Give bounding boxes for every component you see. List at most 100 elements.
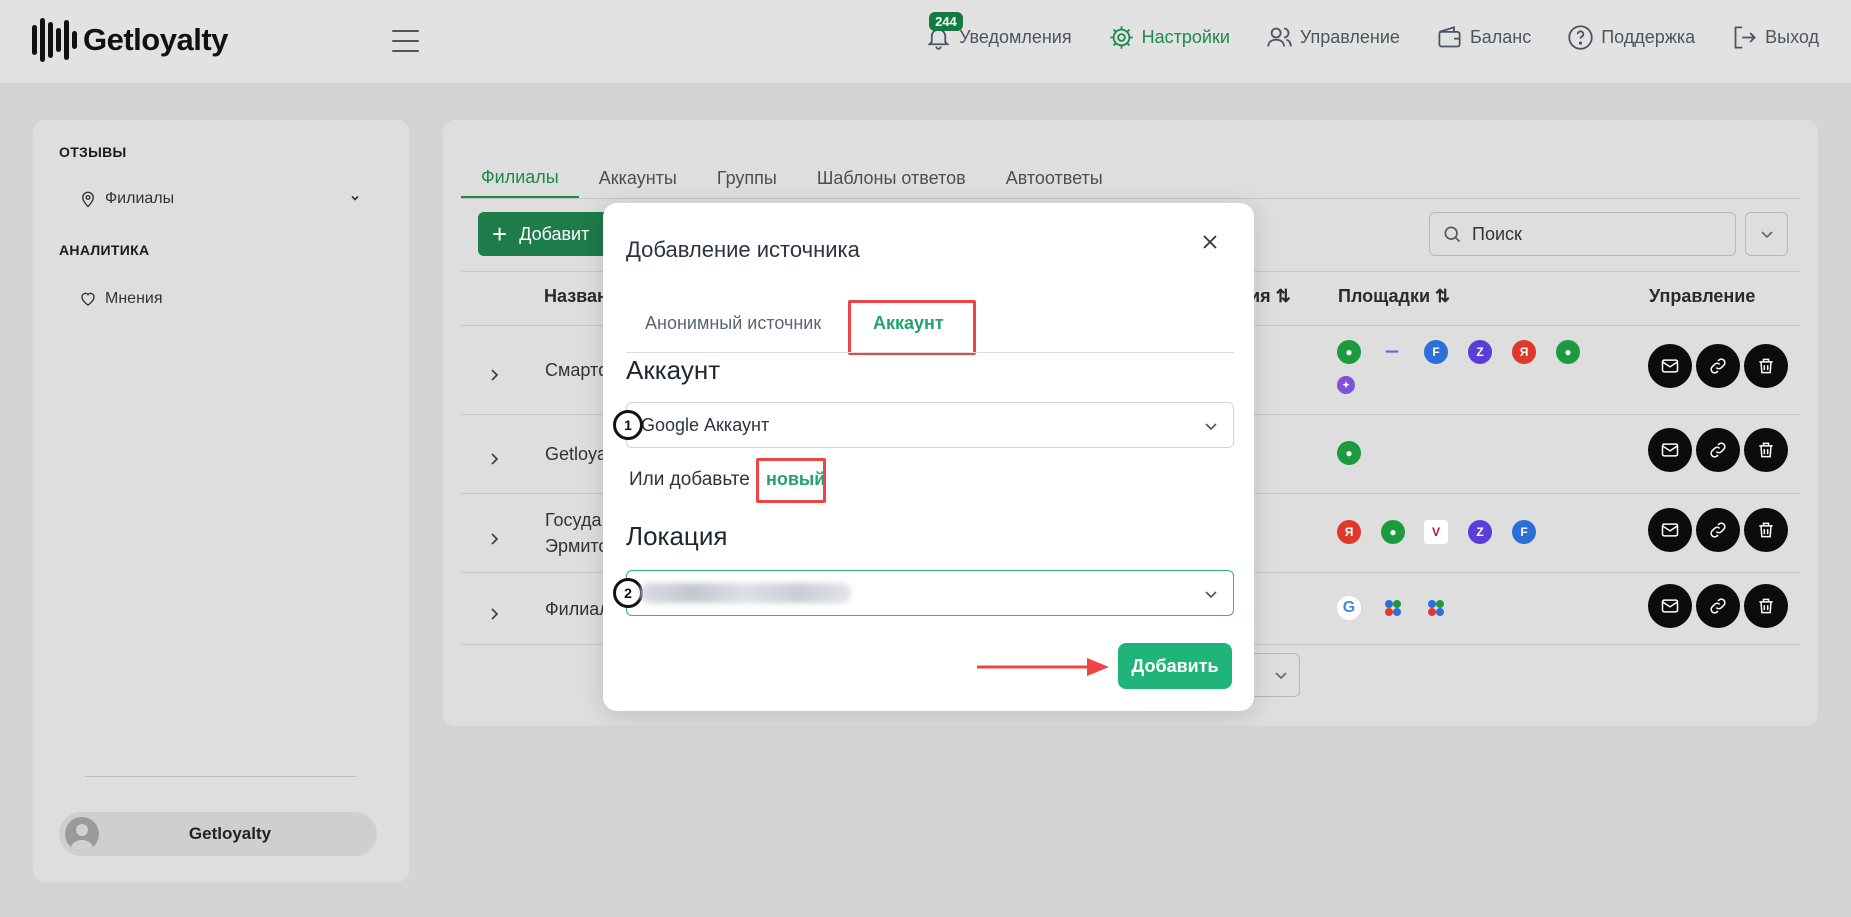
- map-pin-icon: [82, 191, 94, 208]
- link-button[interactable]: [1696, 584, 1740, 628]
- trash-icon: [1759, 598, 1773, 614]
- chevron-right-icon[interactable]: [487, 452, 501, 466]
- tab-branches[interactable]: Филиалы: [461, 158, 579, 198]
- wallet-icon: [1438, 26, 1461, 48]
- menu-toggle-icon[interactable]: [392, 30, 419, 52]
- line-icon: ━━: [1385, 346, 1399, 358]
- vl-icon: V: [1424, 520, 1448, 544]
- dots-icon: [1424, 596, 1448, 620]
- account-select[interactable]: 1 Google Аккаунт: [613, 402, 1234, 448]
- plus-icon: +: [492, 219, 508, 249]
- tab-anonymous-source[interactable]: Анонимный источник: [645, 313, 821, 334]
- delete-button[interactable]: [1744, 344, 1788, 388]
- modal-title: Добавление источника: [626, 237, 860, 262]
- link-button[interactable]: [1696, 508, 1740, 552]
- location-section-title: Локация: [626, 521, 728, 551]
- row-name: Госуда: [545, 510, 602, 530]
- trash-icon: [1759, 522, 1773, 538]
- delete-button[interactable]: [1744, 508, 1788, 552]
- link-icon: [1710, 358, 1726, 374]
- help-circle-icon: [1568, 25, 1593, 50]
- row-name: Getloyal: [545, 444, 612, 464]
- notifications-badge: 244: [929, 12, 963, 31]
- chevron-down-icon: [1205, 423, 1217, 431]
- tab-reply-templates[interactable]: Шаблоны ответов: [797, 158, 986, 198]
- chevron-right-icon[interactable]: [487, 532, 501, 546]
- otzovik-icon: ✦: [1337, 376, 1355, 394]
- account-select-value: Google Аккаунт: [641, 414, 770, 435]
- nav-logout[interactable]: Выход: [1731, 24, 1819, 51]
- nav-notifications[interactable]: 244 Уведомления: [925, 12, 1072, 51]
- close-icon[interactable]: [1199, 231, 1221, 253]
- brand-name: Getloyalty: [83, 22, 228, 57]
- message-button[interactable]: [1648, 584, 1692, 628]
- nav-balance-label: Баланс: [1469, 27, 1532, 47]
- delete-button[interactable]: [1744, 428, 1788, 472]
- chevron-right-icon[interactable]: [487, 607, 501, 621]
- step-2-marker: 2: [613, 578, 643, 608]
- nav-balance[interactable]: Баланс: [1436, 24, 1531, 51]
- dots-icon: [1381, 596, 1405, 620]
- mail-icon: [1661, 523, 1679, 537]
- sidebar-item-branches[interactable]: Филиалы: [79, 190, 174, 208]
- search-input[interactable]: Поиск: [1429, 212, 1736, 256]
- chevron-down-icon[interactable]: [349, 192, 361, 204]
- users-icon: [1267, 27, 1292, 47]
- message-button[interactable]: [1648, 344, 1692, 388]
- chevron-down-icon: [1760, 231, 1773, 239]
- column-header-name[interactable]: Назван: [544, 286, 608, 307]
- column-header-third[interactable]: ия ⇅: [1249, 286, 1291, 307]
- sidebar-section-reviews: ОТЗЫВЫ: [59, 144, 127, 160]
- nav-logout-label: Выход: [1765, 27, 1819, 47]
- chevron-right-icon[interactable]: [487, 368, 501, 382]
- chevron-down-icon: [1275, 672, 1287, 680]
- annotation-highlight: [756, 458, 826, 503]
- chevron-down-icon: [1205, 591, 1217, 599]
- mail-icon: [1661, 443, 1679, 457]
- annotation-arrow-icon: [977, 658, 1109, 676]
- tab-groups[interactable]: Группы: [697, 158, 797, 198]
- tabs-divider: [461, 198, 1801, 199]
- link-button[interactable]: [1696, 428, 1740, 472]
- link-button[interactable]: [1696, 344, 1740, 388]
- tab-auto-replies[interactable]: Автоответы: [986, 158, 1123, 198]
- 2gis-icon: ●: [1556, 340, 1580, 364]
- row-name: Филиал: [545, 599, 610, 619]
- nav-support-label: Поддержка: [1601, 27, 1696, 47]
- trash-icon: [1759, 358, 1773, 374]
- brand-logo[interactable]: Getloyalty: [32, 18, 228, 62]
- add-source-modal: Добавление источника Анонимный источник …: [603, 203, 1254, 711]
- nav-support[interactable]: Поддержка: [1567, 24, 1695, 51]
- nav-management-label: Управление: [1299, 27, 1400, 47]
- column-header-platforms[interactable]: Площадки ⇅: [1338, 286, 1450, 307]
- add-branch-button[interactable]: + Добавит: [478, 212, 613, 256]
- sidebar-item-branches-label: Филиалы: [105, 190, 175, 207]
- delete-button[interactable]: [1744, 584, 1788, 628]
- add-branch-label: Добавит: [519, 223, 590, 244]
- filter-dropdown[interactable]: [1745, 212, 1788, 256]
- link-icon: [1710, 522, 1726, 538]
- user-profile[interactable]: Getloyalty: [59, 812, 377, 856]
- mail-icon: [1661, 599, 1679, 613]
- tab-accounts[interactable]: Аккаунты: [579, 158, 697, 198]
- 2gis-icon: ●: [1337, 441, 1361, 465]
- add-source-button[interactable]: Добавить: [1118, 643, 1232, 689]
- message-button[interactable]: [1648, 508, 1692, 552]
- main-tabs: Филиалы Аккаунты Группы Шаблоны ответов …: [461, 158, 1123, 198]
- link-icon: [1710, 598, 1726, 614]
- logout-icon: [1734, 26, 1757, 49]
- location-select[interactable]: 2: [613, 570, 1234, 616]
- user-name: Getloyalty: [188, 824, 272, 843]
- 2gis-icon: ●: [1337, 340, 1361, 364]
- sidebar-section-analytics: АНАЛИТИКА: [59, 242, 150, 258]
- sidebar-item-opinions[interactable]: Мнения: [79, 290, 163, 308]
- top-navigation: 244 Уведомления Настройки Управление Бал…: [925, 12, 1819, 51]
- message-button[interactable]: [1648, 428, 1692, 472]
- column-header-actions: Управление: [1649, 286, 1756, 306]
- nav-management[interactable]: Управление: [1266, 24, 1400, 51]
- gear-icon: [1109, 26, 1133, 49]
- nav-settings[interactable]: Настройки: [1108, 24, 1230, 51]
- nav-notifications-label: Уведомления: [959, 27, 1072, 47]
- 2gis-icon: ●: [1381, 520, 1405, 544]
- annotation-highlight: [848, 300, 976, 355]
